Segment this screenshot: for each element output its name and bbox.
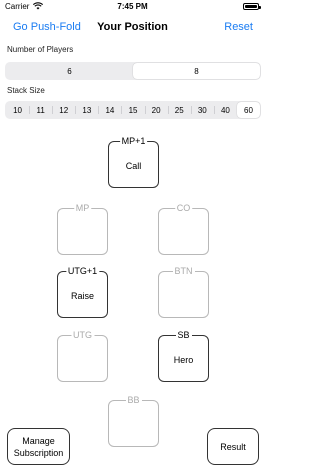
seat-mp1[interactable]: MP+1 Call	[108, 136, 159, 188]
seat-sb-action: Hero	[173, 355, 194, 365]
seat-utg-name: UTG	[71, 330, 94, 341]
stack-size-option[interactable]: 14	[98, 102, 121, 118]
stack-size-label: Stack Size	[7, 86, 45, 95]
stack-size-option[interactable]: 15	[121, 102, 144, 118]
result-label: Result	[220, 441, 246, 452]
stack-size-option[interactable]: 10	[6, 102, 29, 118]
manage-subscription-button[interactable]: Manage Subscription	[7, 428, 70, 465]
stack-size-option[interactable]: 30	[190, 102, 214, 118]
seat-utg1-action: Raise	[70, 291, 94, 301]
seat-sb-name: SB	[175, 330, 192, 341]
seat-mp1-name: MP+1	[119, 136, 148, 147]
reset-button[interactable]: Reset	[224, 21, 253, 33]
nav-bar: Go Push-Fold Your Position Reset	[0, 18, 265, 38]
stack-size-option[interactable]: 11	[29, 102, 52, 118]
stack-size-option[interactable]: 25	[167, 102, 191, 118]
seat-bb-name: BB	[125, 395, 142, 406]
stack-size-option[interactable]: 60	[236, 102, 261, 118]
seat-sb[interactable]: SB Hero	[158, 330, 209, 382]
stack-size-option[interactable]: 40	[213, 102, 237, 118]
clock: 7:45 PM	[117, 2, 148, 11]
stack-size-segmented-control: 10 11 12 13 14 15 20 25 30 40 60	[5, 101, 261, 119]
players-option[interactable]: 6	[6, 63, 133, 79]
stack-size-option[interactable]: 20	[144, 102, 168, 118]
go-push-fold-button[interactable]: Go Push-Fold	[13, 21, 81, 33]
seat-co-name: CO	[174, 203, 193, 214]
app-root: Carrier 7:45 PM Go Push-Fold Your Positi…	[0, 0, 265, 471]
seat-mp-name: MP	[73, 203, 92, 214]
seat-btn-name: BTN	[172, 266, 195, 277]
seat-bb[interactable]: BB	[108, 395, 159, 447]
manage-subscription-label: Manage Subscription	[13, 435, 64, 458]
seat-co[interactable]: CO	[158, 203, 209, 255]
players-label: Number of Players	[7, 45, 74, 54]
result-button[interactable]: Result	[207, 428, 259, 465]
status-bar: Carrier 7:45 PM	[0, 0, 265, 14]
seat-utg[interactable]: UTG	[57, 330, 108, 382]
players-segmented-control: 68	[5, 62, 261, 80]
stack-size-option[interactable]: 13	[75, 102, 98, 118]
players-option[interactable]: 8	[133, 63, 260, 79]
seat-utg1-name: UTG+1	[65, 266, 100, 277]
battery-icon	[243, 3, 261, 10]
seat-utg1[interactable]: UTG+1 Raise	[57, 266, 108, 318]
seat-mp[interactable]: MP	[57, 203, 108, 255]
stack-size-option[interactable]: 12	[52, 102, 75, 118]
seat-btn[interactable]: BTN	[158, 266, 209, 318]
seat-mp1-action: Call	[125, 161, 142, 171]
